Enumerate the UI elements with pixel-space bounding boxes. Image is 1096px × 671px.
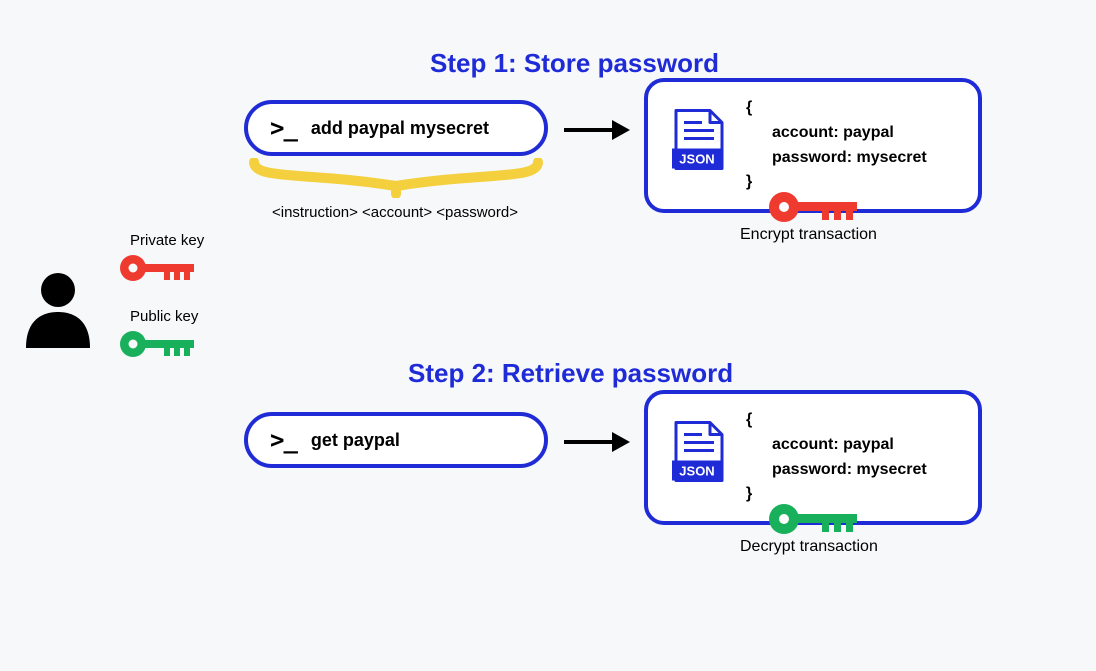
- curly-bracket-icon: [248, 158, 544, 203]
- public-key-icon: [118, 328, 200, 365]
- decrypt-key-icon: [768, 502, 864, 541]
- step1-command-text: add paypal mysecret: [311, 118, 489, 139]
- arrow-right-icon: [562, 118, 632, 147]
- json-file-icon: JSON: [670, 108, 728, 183]
- step1-title: Step 1: Store password: [430, 48, 719, 79]
- public-key-label: Public key: [130, 308, 198, 325]
- step1-action-caption: Encrypt transaction: [740, 226, 877, 244]
- step2-json-box: JSON { account: paypal password: mysecre…: [644, 390, 982, 525]
- step1-syntax-hint: <instruction> <account> <password>: [272, 204, 518, 221]
- json-file-icon: JSON: [670, 420, 728, 495]
- arrow-right-icon: [562, 430, 632, 459]
- step1-json-body: { account: paypal password: mysecret }: [746, 96, 956, 195]
- terminal-prompt-icon: >_: [270, 426, 297, 454]
- user-icon: [22, 268, 94, 353]
- step1-json-box: JSON { account: paypal password: mysecre…: [644, 78, 982, 213]
- encrypt-key-icon: [768, 190, 864, 229]
- step2-command-text: get paypal: [311, 430, 400, 451]
- open-brace: {: [746, 96, 956, 121]
- step2-action-caption: Decrypt transaction: [740, 538, 878, 556]
- step1-command-box: >_ add paypal mysecret: [244, 100, 548, 156]
- step2-json-body: { account: paypal password: mysecret }: [746, 408, 956, 507]
- json-badge-text: JSON: [679, 151, 714, 166]
- json-line-account: account: paypal: [746, 121, 956, 146]
- private-key-label: Private key: [130, 232, 204, 249]
- terminal-prompt-icon: >_: [270, 114, 297, 142]
- private-key-icon: [118, 252, 200, 289]
- open-brace: {: [746, 408, 956, 433]
- step2-command-box: >_ get paypal: [244, 412, 548, 468]
- json-badge-text: JSON: [679, 463, 714, 478]
- json-line-password: password: mysecret: [746, 458, 956, 483]
- step2-title: Step 2: Retrieve password: [408, 358, 733, 389]
- json-line-password: password: mysecret: [746, 146, 956, 171]
- json-line-account: account: paypal: [746, 433, 956, 458]
